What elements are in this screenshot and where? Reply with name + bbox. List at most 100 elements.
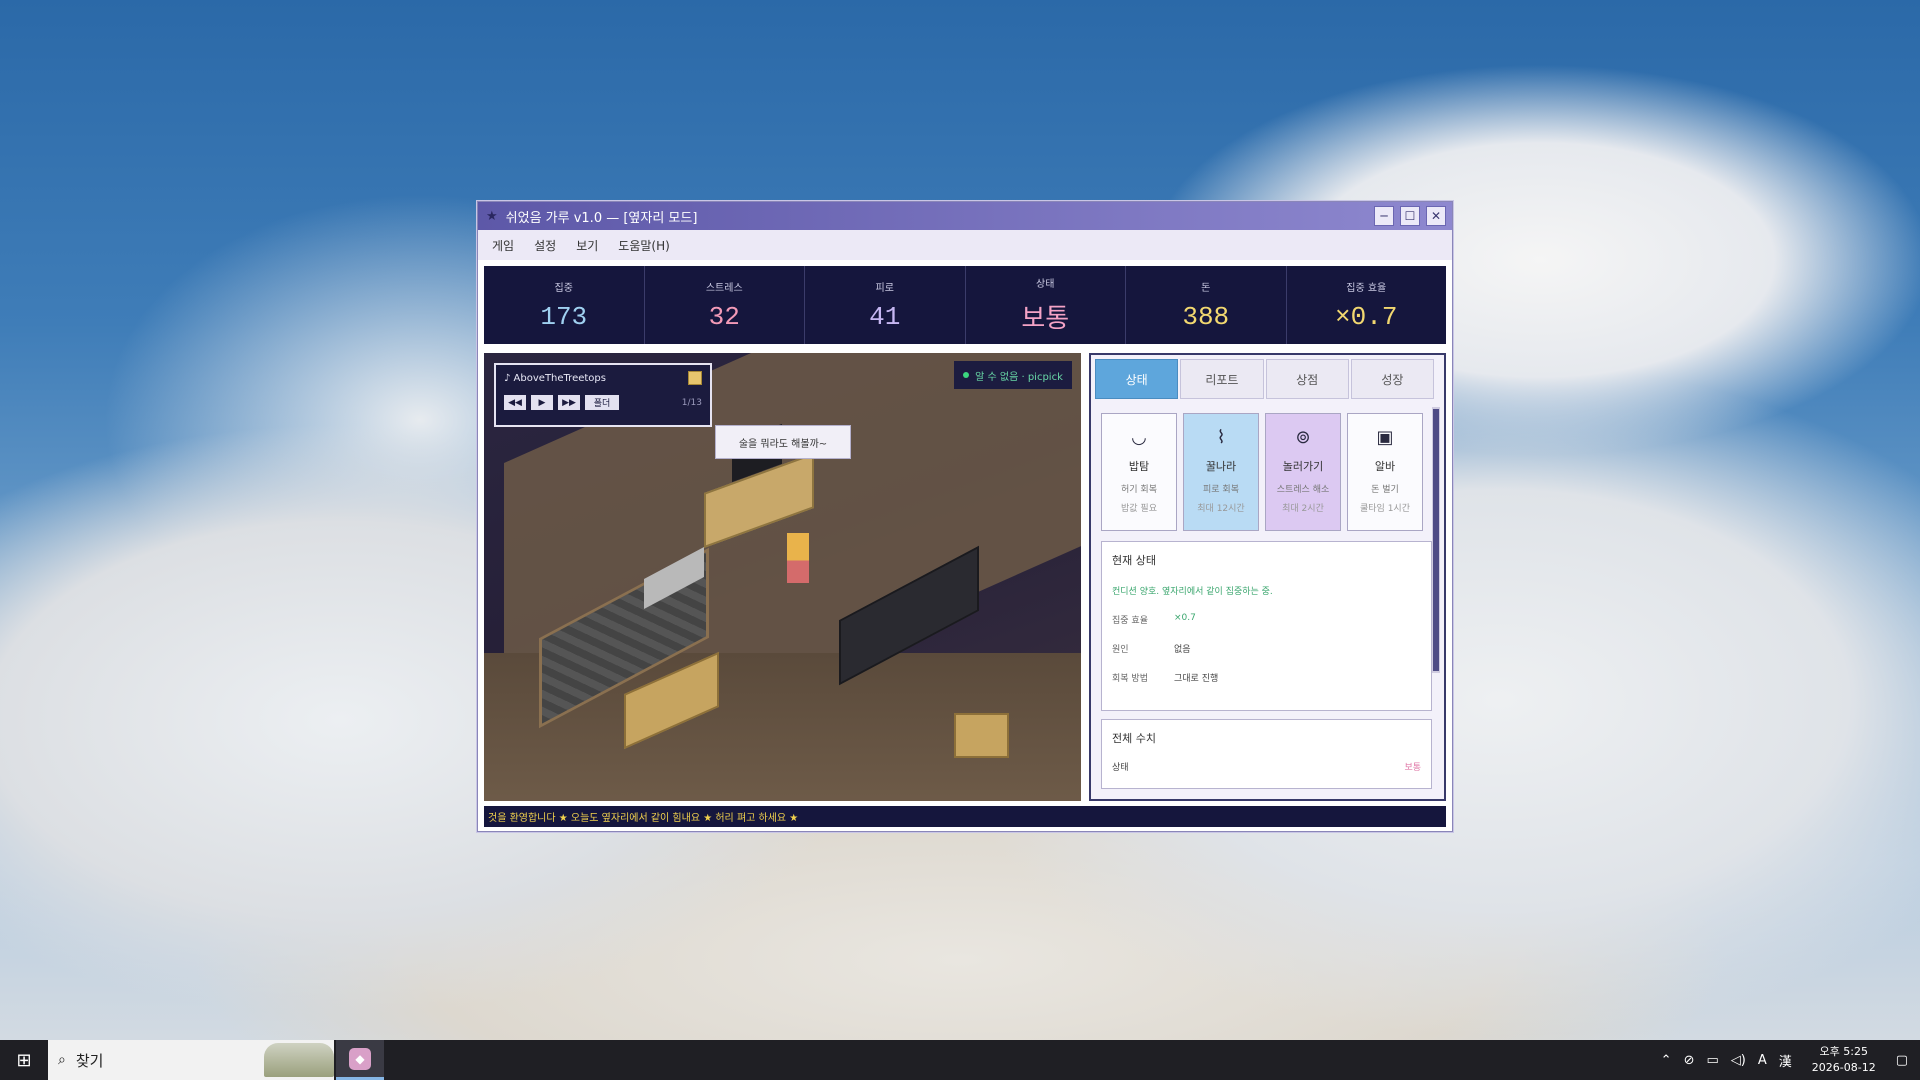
stat-label: 집중 bbox=[554, 282, 573, 294]
bowl-icon: ◡ bbox=[1131, 426, 1147, 448]
clock-date: 2026-08-12 bbox=[1811, 1061, 1876, 1074]
window-title: 쉬었음 가루 v1.0 — [옆자리 모드] bbox=[505, 210, 698, 226]
chevron-up-icon[interactable]: ⌃ bbox=[1661, 1053, 1672, 1068]
stat-condition: 상태 보통 bbox=[966, 266, 1126, 344]
action-note: 최대 2시간 bbox=[1282, 504, 1324, 514]
menu-bar: 게임 설정 보기 도움말(H) bbox=[478, 230, 1452, 260]
music-player: ♪ AboveTheTreetops ◀◀ ▶ ▶▶ 폴더 1/13 bbox=[494, 363, 712, 427]
stat-efficiency: 집중 효율 ×0.7 bbox=[1287, 266, 1447, 344]
status-badge-text: 알 수 없음 · picpick bbox=[975, 371, 1063, 383]
game-window: ★ 쉬었음 가루 v1.0 — [옆자리 모드] ─ ☐ ✕ 게임 설정 보기 … bbox=[477, 201, 1453, 832]
windows-start-icon[interactable]: ⊞ bbox=[0, 1040, 48, 1080]
action-buttons: ◡ 밥탐 허기 회복 밥값 필요 ⌇ 꿀나라 피로 회복 최대 12시간 ⊚ 놀… bbox=[1101, 413, 1434, 531]
folder-icon[interactable] bbox=[688, 371, 702, 385]
side-table[interactable] bbox=[954, 713, 1009, 758]
stat-value: 388 bbox=[1182, 301, 1230, 332]
track-count: 1/13 bbox=[681, 397, 702, 408]
search-placeholder: 찾기 bbox=[75, 1051, 104, 1070]
tab-report[interactable]: 리포트 bbox=[1180, 359, 1264, 399]
action-eat-button[interactable]: ◡ 밥탐 허기 회복 밥값 필요 bbox=[1101, 413, 1177, 531]
tab-shop[interactable]: 상점 bbox=[1265, 359, 1349, 399]
stat-label: 피로 bbox=[875, 282, 894, 294]
monitor-icon[interactable]: ▭ bbox=[1706, 1053, 1718, 1068]
action-effect: 스트레스 해소 bbox=[1276, 485, 1330, 495]
side-panel: 상태 리포트 상점 성장 ◡ 밥탐 허기 회복 밥값 필요 ⌇ 꿀나라 피로 회… bbox=[1089, 353, 1446, 801]
speech-bubble: 술을 뭐라도 해볼까~ bbox=[715, 425, 851, 459]
stat-value: 173 bbox=[540, 301, 588, 332]
volume-icon[interactable]: ◁) bbox=[1731, 1053, 1746, 1068]
stat-value: ×0.7 bbox=[1335, 301, 1398, 332]
game-app-icon: ◆ bbox=[349, 1047, 371, 1070]
title-bar[interactable]: ★ 쉬었음 가루 v1.0 — [옆자리 모드] ─ ☐ ✕ bbox=[478, 202, 1452, 230]
status-value: 그대로 진행 bbox=[1174, 674, 1219, 684]
play-button[interactable]: ▶ bbox=[531, 395, 553, 410]
action-work-button[interactable]: ▣ 알바 돈 벌기 쿨타임 1시간 bbox=[1347, 413, 1423, 531]
room-scene[interactable]: ♪ AboveTheTreetops ◀◀ ▶ ▶▶ 폴더 1/13 술을 뭐라… bbox=[484, 353, 1081, 801]
ime-mode-icon[interactable]: A bbox=[1758, 1053, 1767, 1068]
news-ticker: 것을 환영합니다 ★ 오늘도 옆자리에서 같이 힘내요 ★ 허리 펴고 하세요 … bbox=[484, 806, 1446, 827]
stat-fatigue: 피로 41 bbox=[805, 266, 966, 344]
card-title: 전체 수치 bbox=[1112, 732, 1156, 745]
elephant-illustration-icon bbox=[264, 1043, 334, 1077]
total-row: 상태 보통 bbox=[1112, 760, 1421, 773]
clock[interactable]: 오후 5:25 2026-08-12 bbox=[1812, 1044, 1876, 1076]
scrollbar-thumb[interactable] bbox=[1433, 409, 1439, 671]
search-box[interactable]: ⌕ 찾기 bbox=[48, 1040, 334, 1080]
gamepad-icon: ⊚ bbox=[1295, 426, 1311, 448]
clock-time: 오후 5:25 bbox=[1819, 1045, 1868, 1058]
action-note: 쿨타임 1시간 bbox=[1360, 504, 1410, 514]
status-badge: 알 수 없음 · picpick bbox=[954, 361, 1072, 389]
status-key: 회복 방법 bbox=[1112, 674, 1148, 684]
tab-growth[interactable]: 성장 bbox=[1350, 359, 1434, 399]
action-note: 최대 12시간 bbox=[1197, 504, 1245, 514]
menu-game[interactable]: 게임 bbox=[492, 237, 514, 254]
action-sleep-button[interactable]: ⌇ 꿀나라 피로 회복 최대 12시간 bbox=[1183, 413, 1259, 531]
briefcase-icon: ▣ bbox=[1376, 426, 1394, 448]
total-value: 보통 bbox=[1404, 763, 1421, 773]
card-title: 현재 상태 bbox=[1112, 554, 1156, 567]
total-key: 상태 bbox=[1112, 763, 1129, 773]
close-button[interactable]: ✕ bbox=[1426, 206, 1446, 226]
current-status-card: 현재 상태 컨디션 양호. 옆자리에서 같이 집중하는 중. 집중 효율 ×0.… bbox=[1101, 541, 1432, 711]
stat-label: 스트레스 bbox=[705, 282, 743, 294]
status-value: ×0.7 bbox=[1174, 613, 1196, 623]
action-play-button[interactable]: ⊚ 놀러가기 스트레스 해소 최대 2시간 bbox=[1265, 413, 1341, 531]
tab-bar: 상태 리포트 상점 성장 bbox=[1095, 359, 1436, 399]
stat-label: 돈 bbox=[1201, 282, 1211, 294]
network-off-icon[interactable]: ⊘ bbox=[1684, 1053, 1695, 1068]
stat-label: 상태 bbox=[1036, 279, 1055, 290]
stats-bar: 집중 173 스트레스 32 피로 41 상태 보통 돈 388 집중 효율 ×… bbox=[484, 266, 1446, 344]
stat-value: 보통 bbox=[1021, 305, 1070, 335]
status-dot-icon bbox=[963, 372, 970, 378]
maximize-button[interactable]: ☐ bbox=[1400, 206, 1420, 226]
menu-help[interactable]: 도움말(H) bbox=[618, 237, 670, 254]
stat-stress: 스트레스 32 bbox=[645, 266, 805, 344]
player-character[interactable] bbox=[787, 533, 809, 583]
menu-settings[interactable]: 설정 bbox=[534, 237, 556, 254]
action-effect: 피로 회복 bbox=[1203, 485, 1239, 495]
notification-icon[interactable]: ▢ bbox=[1896, 1053, 1908, 1068]
system-tray: ⌃ ⊘ ▭ ◁) A 漢 오후 5:25 2026-08-12 ▢ bbox=[1661, 1044, 1920, 1076]
stat-label: 집중 효율 bbox=[1346, 282, 1387, 294]
action-effect: 허기 회복 bbox=[1121, 485, 1157, 495]
taskbar-app-button[interactable]: ◆ bbox=[336, 1040, 384, 1080]
prev-button[interactable]: ◀◀ bbox=[504, 395, 526, 410]
status-row: 원인 없음 bbox=[1112, 642, 1421, 655]
minimize-button[interactable]: ─ bbox=[1374, 206, 1394, 226]
bed-icon: ⌇ bbox=[1216, 426, 1226, 448]
ime-hanja-icon[interactable]: 漢 bbox=[1779, 1051, 1792, 1070]
tab-status[interactable]: 상태 bbox=[1095, 359, 1179, 399]
action-name: 알바 bbox=[1374, 460, 1396, 473]
side-scrollbar[interactable] bbox=[1432, 407, 1440, 673]
next-button[interactable]: ▶▶ bbox=[558, 395, 580, 410]
folder-button[interactable]: 폴더 bbox=[585, 395, 619, 410]
status-key: 집중 효율 bbox=[1112, 616, 1148, 626]
stat-value: 32 bbox=[708, 301, 740, 332]
action-name: 밥탐 bbox=[1128, 460, 1150, 473]
status-key: 원인 bbox=[1112, 645, 1129, 655]
stat-focus: 집중 173 bbox=[484, 266, 645, 344]
action-name: 놀러가기 bbox=[1282, 460, 1324, 473]
stat-money: 돈 388 bbox=[1126, 266, 1287, 344]
menu-view[interactable]: 보기 bbox=[576, 237, 598, 254]
action-effect: 돈 벌기 bbox=[1371, 485, 1399, 495]
